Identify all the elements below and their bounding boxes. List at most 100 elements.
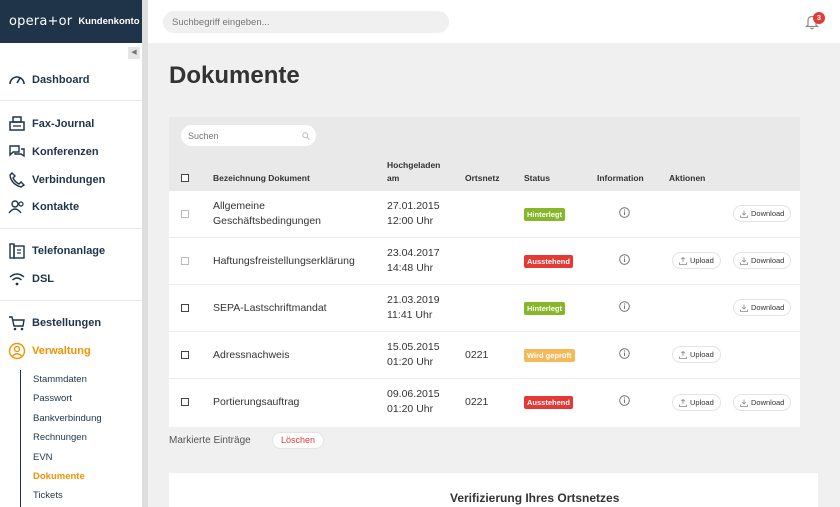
subnav-item-tickets[interactable]: Tickets: [33, 490, 63, 501]
download-button[interactable]: Download: [733, 252, 792, 269]
marked-entries-label: Markierte Einträge: [169, 435, 251, 446]
documents-table: Bezeichnung Dokument Hochgeladen am Orts…: [169, 117, 800, 427]
info-icon[interactable]: [619, 301, 630, 312]
download-button[interactable]: Download: [733, 299, 792, 316]
document-name: SEPA-Lastschriftmandat: [213, 302, 327, 314]
sidebar-item-label: Fax-Journal: [32, 118, 95, 130]
divider: [0, 300, 142, 301]
sidebar-item-label: Konferenzen: [32, 146, 99, 158]
sidebar-item-label: DSL: [32, 273, 54, 285]
row-checkbox[interactable]: [181, 210, 189, 218]
subnav-item-evn[interactable]: EVN: [33, 452, 53, 463]
row-separator: [169, 331, 800, 332]
sidebar-item-label: Dashboard: [32, 74, 90, 86]
info-icon[interactable]: [619, 348, 630, 359]
download-label: Download: [751, 256, 785, 265]
subnav-item-rechnungen[interactable]: Rechnungen: [33, 432, 87, 443]
upload-label: Upload: [690, 256, 714, 265]
divider: [0, 228, 142, 229]
header-uploaded-2: am: [387, 173, 400, 183]
chat-icon: [9, 145, 25, 158]
table-header: Bezeichnung Dokument Hochgeladen am Orts…: [169, 117, 800, 191]
document-name-line2: Geschäftsbedingungen: [213, 215, 321, 227]
fax-icon: [9, 116, 25, 131]
row-separator: [169, 284, 800, 285]
table-search-input[interactable]: [181, 125, 316, 146]
subnav-item-passwort[interactable]: Passwort: [33, 393, 72, 404]
download-icon: [740, 257, 748, 265]
contacts-icon: [8, 200, 24, 214]
status-badge: Ausstehend: [524, 255, 573, 268]
row-checkbox[interactable]: [181, 257, 189, 265]
document-name: Haftungsfreistellungserklärung: [213, 255, 355, 267]
info-icon[interactable]: [619, 395, 630, 406]
sidebar-item-label: Bestellungen: [32, 317, 102, 329]
sidebar-item-fax-journal[interactable]: Fax-Journal: [8, 115, 94, 133]
cart-icon: [9, 316, 25, 331]
download-button[interactable]: Download: [733, 394, 792, 411]
phone-icon: [9, 172, 26, 188]
operator-logo[interactable]: opera+or: [9, 14, 72, 29]
sidebar-item-label: Telefonanlage: [32, 245, 106, 257]
upload-icon: [679, 350, 687, 359]
header-actions: Aktionen: [669, 173, 706, 183]
upload-button[interactable]: Upload: [672, 346, 721, 363]
sidebar-item-verwaltung[interactable]: Verwaltung: [8, 342, 91, 360]
wifi-icon: [9, 273, 25, 286]
sidebar-item-telefonanlage[interactable]: Telefonanlage: [8, 242, 105, 260]
sidebar-item-konferenzen[interactable]: Konferenzen: [8, 143, 99, 161]
document-name: Adressnachweis: [213, 349, 290, 361]
upload-icon: [679, 256, 687, 265]
sidebar-item-kontakte[interactable]: Kontakte: [8, 198, 79, 216]
upload-date: 27.01.2015: [387, 200, 440, 212]
sidebar-item-dsl[interactable]: DSL: [8, 270, 54, 288]
brand-subtitle: Kundenkonto: [78, 16, 140, 27]
download-label: Download: [751, 303, 785, 312]
download-icon: [740, 399, 748, 407]
upload-label: Upload: [690, 398, 714, 407]
page-title: Dokumente: [169, 62, 300, 89]
upload-date: 23.04.2017: [387, 247, 440, 259]
sidebar-item-label: Verbindungen: [32, 174, 106, 186]
row-separator: [169, 237, 800, 238]
info-icon[interactable]: [619, 207, 630, 218]
download-icon: [740, 304, 748, 312]
header-status: Status: [524, 173, 550, 183]
info-icon[interactable]: [619, 254, 630, 265]
row-separator: [169, 378, 800, 379]
upload-time: 14:48 Uhr: [387, 262, 434, 274]
sidebar: opera+or Kundenkonto ◀ Dashboard Fax-Jou…: [0, 0, 148, 507]
upload-time: 12:00 Uhr: [387, 215, 434, 227]
sidebar-scrollbar[interactable]: [142, 0, 148, 507]
upload-time: 01:20 Uhr: [387, 403, 434, 415]
subnav-item-stammdaten[interactable]: Stammdaten: [33, 374, 87, 385]
speedometer-icon: [9, 76, 25, 85]
row-checkbox[interactable]: [181, 351, 189, 359]
upload-button[interactable]: Upload: [672, 394, 721, 411]
notification-badge: 3: [813, 12, 825, 24]
row-checkbox[interactable]: [181, 304, 189, 312]
sidebar-item-dashboard[interactable]: Dashboard: [8, 71, 89, 89]
sidebar-item-bestellungen[interactable]: Bestellungen: [8, 314, 101, 332]
status-badge: Ausstehend: [524, 396, 573, 409]
delete-button[interactable]: Löschen: [272, 432, 324, 449]
upload-button[interactable]: Upload: [672, 252, 721, 269]
topbar: 3: [148, 0, 840, 43]
row-checkbox[interactable]: [181, 398, 189, 406]
collapse-sidebar-button[interactable]: ◀: [128, 47, 140, 59]
header-area: Ortsnetz: [465, 173, 500, 183]
subnav-line: [20, 370, 21, 507]
area-code: 0221: [465, 349, 489, 361]
select-all-checkbox[interactable]: [181, 174, 189, 182]
subnav-item-bankverbindung[interactable]: Bankverbindung: [33, 413, 102, 424]
download-button[interactable]: Download: [733, 205, 792, 222]
header-name: Bezeichnung Dokument: [213, 173, 310, 183]
pbx-icon: [9, 243, 25, 259]
subnav-item-dokumente[interactable]: Dokumente: [33, 471, 85, 482]
sidebar-item-verbindungen[interactable]: Verbindungen: [8, 171, 105, 189]
upload-date: 15.05.2015: [387, 341, 440, 353]
upload-time: 11:41 Uhr: [387, 309, 433, 321]
download-icon: [740, 210, 748, 218]
header-uploaded-1: Hochgeladen: [387, 160, 441, 170]
global-search-input[interactable]: [163, 11, 449, 33]
